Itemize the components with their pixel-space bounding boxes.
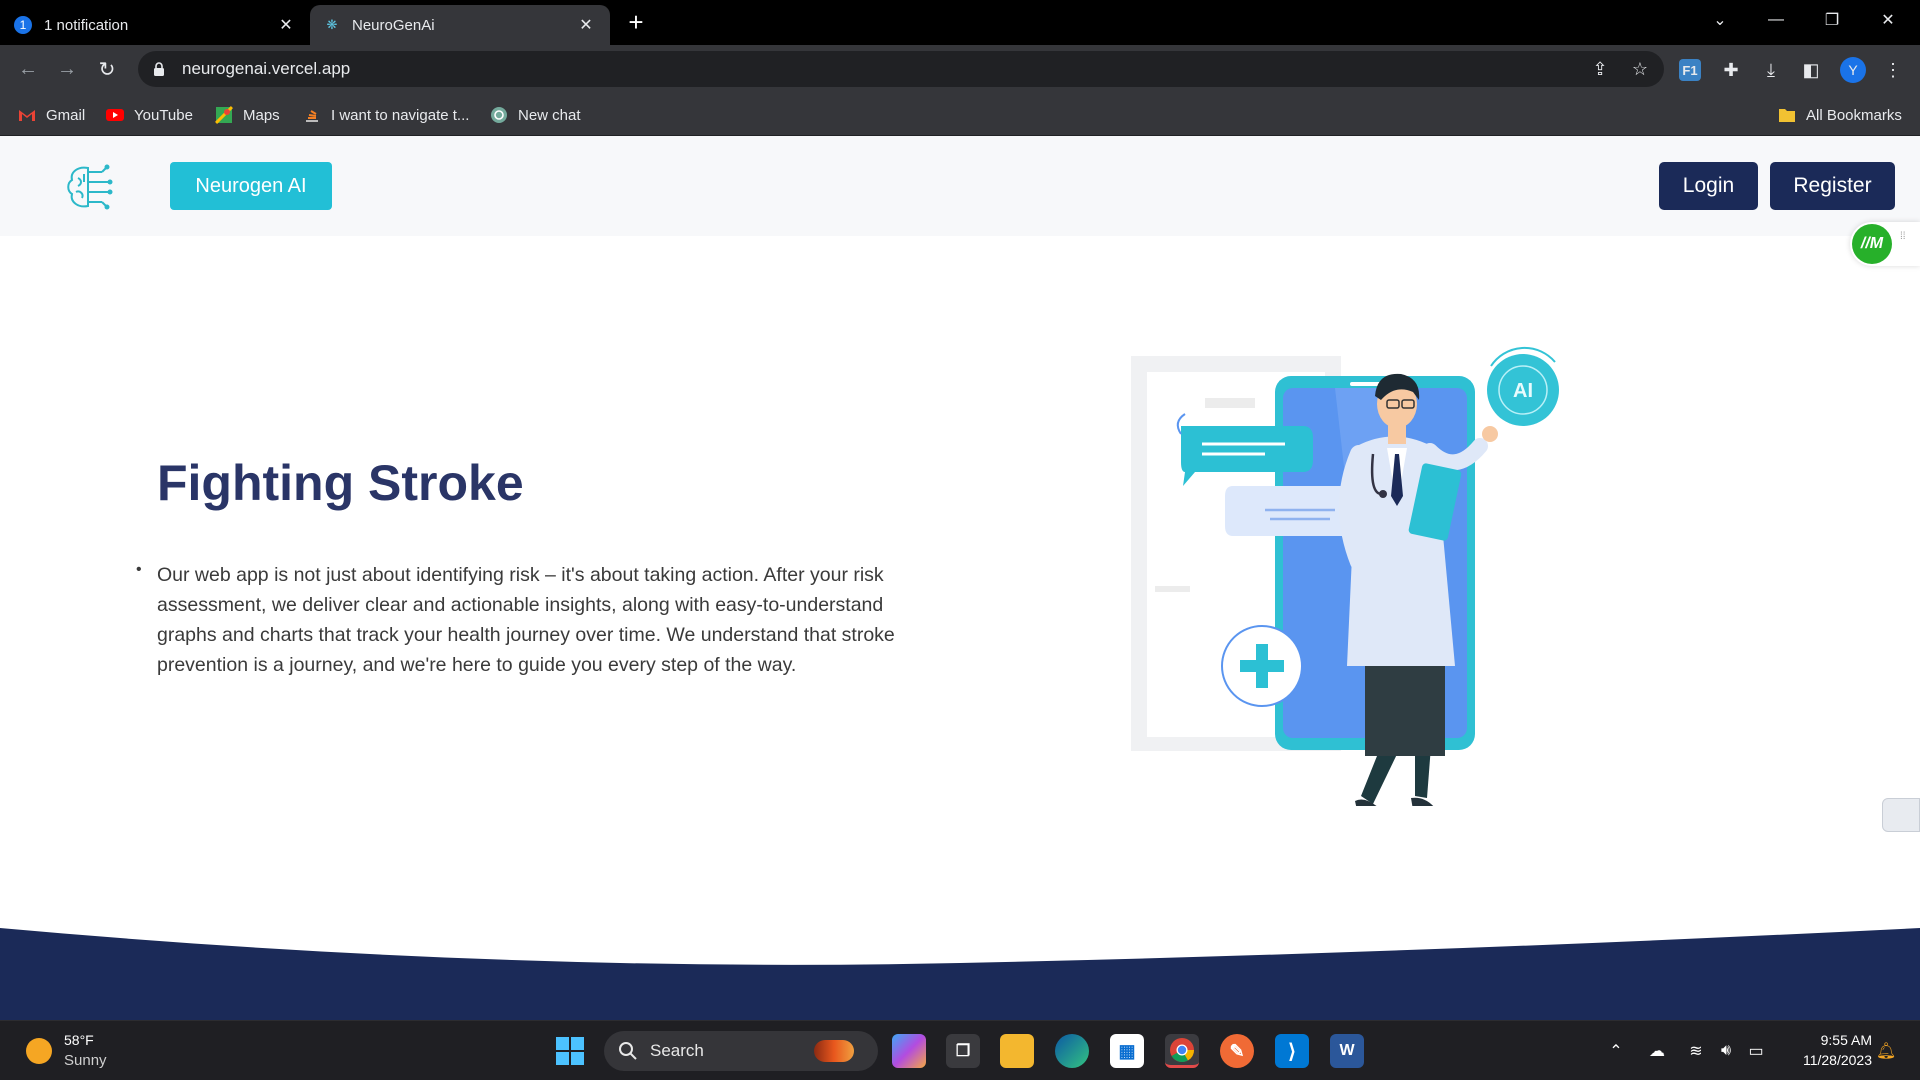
folder-icon <box>1779 109 1795 122</box>
floating-widget[interactable]: //M ⁞⁞ <box>1850 222 1920 266</box>
drag-handle-icon[interactable]: ⁞⁞ <box>1900 232 1908 254</box>
all-bookmarks-label: All Bookmarks <box>1806 106 1902 124</box>
chevron-up-icon[interactable]: ⌃ <box>1604 1039 1628 1063</box>
hero-title: Fighting Stroke <box>157 455 524 511</box>
lock-icon <box>154 62 164 76</box>
window-close-icon[interactable]: ✕ <box>1860 0 1916 40</box>
file-explorer-icon[interactable] <box>1000 1034 1034 1068</box>
gmail-icon <box>19 110 35 121</box>
feedback-side-tab[interactable] <box>1882 798 1920 832</box>
postman-icon[interactable]: ✎ <box>1220 1034 1254 1068</box>
notification-badge: 1 <box>14 16 32 34</box>
taskbar-search[interactable]: Search <box>604 1031 878 1071</box>
maps-icon <box>215 106 233 124</box>
search-highlight-icon <box>814 1040 854 1062</box>
chrome-icon[interactable] <box>1165 1034 1199 1068</box>
tab-neurogenai[interactable]: ❋ NeuroGenAi ✕ <box>310 5 610 45</box>
wifi-icon[interactable]: ≋ <box>1684 1039 1708 1063</box>
vscode-icon[interactable]: ⟩ <box>1275 1034 1309 1068</box>
share-icon[interactable]: ⇪ <box>1588 57 1612 81</box>
search-icon <box>619 1042 637 1060</box>
bullet-marker: • <box>136 561 142 578</box>
edge-icon[interactable] <box>1055 1034 1089 1068</box>
chrome-logo-icon <box>1170 1037 1194 1062</box>
clock-date[interactable]: 11/28/2023 <box>1780 1052 1872 1068</box>
menu-kebab-icon[interactable]: ⋮ <box>1880 57 1906 83</box>
volume-icon[interactable]: 🔊︎ <box>1714 1039 1738 1063</box>
bookmark-youtube[interactable]: YouTube <box>106 103 193 127</box>
login-button[interactable]: Login <box>1659 162 1758 210</box>
store-icon[interactable]: ▦ <box>1110 1034 1144 1068</box>
tab-search-icon[interactable]: ⌄ <box>1692 0 1748 40</box>
brain-favicon-icon: ❋ <box>326 17 338 32</box>
bookmark-label: YouTube <box>134 106 193 124</box>
reload-icon[interactable]: ↻ <box>93 55 121 83</box>
tab-title: 1 notification <box>44 16 129 34</box>
bookmark-stack[interactable]: I want to navigate t... <box>303 103 469 127</box>
notification-bell-icon[interactable]: 🔔︎ <box>1874 1039 1898 1063</box>
tab-notification[interactable]: 1 1 notification ✕ <box>0 5 310 45</box>
copilot-icon[interactable] <box>892 1034 926 1068</box>
browser-toolbar: ← → ↻ neurogenai.vercel.app ⇪ ☆ F1 ✚ ⤓ ◧… <box>0 45 1920 93</box>
task-view-icon[interactable]: ❐ <box>946 1034 980 1068</box>
bookmark-label: I want to navigate t... <box>331 106 470 124</box>
clock-time[interactable]: 9:55 AM <box>1790 1032 1872 1048</box>
weather-temperature: 58°F <box>64 1032 94 1048</box>
minimize-icon[interactable]: — <box>1748 0 1804 40</box>
close-icon[interactable]: ✕ <box>576 15 596 35</box>
bookmarks-bar: Gmail YouTube Maps I want to navigate t.… <box>0 93 1920 136</box>
browser-tab-bar: 1 1 notification ✕ ❋ NeuroGenAi ✕ + ⌄ — … <box>0 0 1920 45</box>
url-text: neurogenai.vercel.app <box>182 59 351 78</box>
onedrive-icon[interactable]: ☁ <box>1645 1039 1669 1063</box>
bookmark-label: New chat <box>518 106 581 124</box>
youtube-icon <box>106 109 124 121</box>
site-header: Neurogen AI Login Register <box>0 136 1920 236</box>
hero-description: Our web app is not just about identifyin… <box>157 564 895 676</box>
brand-button[interactable]: Neurogen AI <box>170 162 332 210</box>
stack-icon <box>306 110 318 122</box>
weather-condition: Sunny <box>64 1052 107 1069</box>
bookmark-gmail[interactable]: Gmail <box>18 103 85 127</box>
close-icon[interactable]: ✕ <box>276 15 296 35</box>
bookmark-label: Maps <box>243 106 280 124</box>
restore-icon[interactable]: ❐ <box>1804 0 1860 40</box>
sun-icon[interactable] <box>26 1038 52 1064</box>
bookmark-label: Gmail <box>46 106 86 124</box>
bookmark-star-icon[interactable]: ☆ <box>1628 57 1652 81</box>
new-tab-icon[interactable]: + <box>622 7 650 37</box>
bookmark-maps[interactable]: Maps <box>215 103 280 127</box>
download-icon[interactable]: ⤓ <box>1758 57 1784 83</box>
chatgpt-icon <box>491 107 507 123</box>
profile-avatar[interactable]: Y <box>1840 57 1866 83</box>
register-button[interactable]: Register <box>1770 162 1895 210</box>
brain-logo-icon[interactable] <box>64 160 118 214</box>
extension-f1-icon[interactable]: F1 <box>1679 59 1701 81</box>
widget-logo: //M <box>1852 224 1892 264</box>
side-panel-icon[interactable]: ◧ <box>1798 57 1824 83</box>
windows-taskbar: 58°F Sunny Search ❐ ▦ ✎ ⟩ W ⌃ ☁ ≋ 🔊︎ ▭ 9… <box>0 1020 1920 1080</box>
back-icon[interactable]: ← <box>14 55 42 83</box>
footer-wave <box>0 928 1920 1020</box>
windows-start-icon[interactable] <box>555 1036 585 1066</box>
extensions-puzzle-icon[interactable]: ✚ <box>1718 57 1744 83</box>
word-icon[interactable]: W <box>1330 1034 1364 1068</box>
web-page: Neurogen AI Login Register //M ⁞⁞ Fighti… <box>0 136 1920 1020</box>
ai-badge-text: AI <box>1513 380 1533 402</box>
doctor-phone-illustration: AI <box>1131 346 1559 806</box>
forward-icon[interactable]: → <box>53 55 81 83</box>
bookmark-new-chat[interactable]: New chat <box>490 103 581 127</box>
battery-icon[interactable]: ▭ <box>1744 1039 1768 1063</box>
search-label: Search <box>650 1041 704 1060</box>
tab-title: NeuroGenAi <box>352 16 435 34</box>
address-bar[interactable]: neurogenai.vercel.app ⇪ ☆ <box>138 51 1664 87</box>
all-bookmarks[interactable]: All Bookmarks <box>1778 103 1902 127</box>
